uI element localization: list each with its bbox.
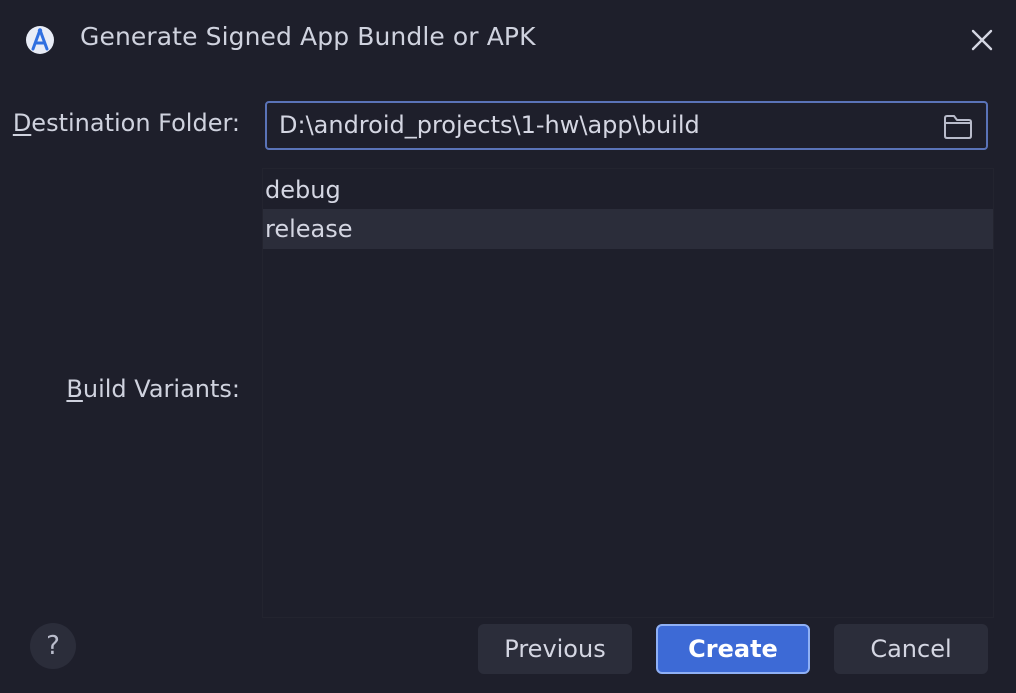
cancel-button[interactable]: Cancel [834,624,988,674]
destination-folder-field[interactable]: D:\android_projects\1-hw\app\build [265,101,988,150]
variant-item-release[interactable]: release [263,209,993,249]
create-button[interactable]: Create [656,624,810,674]
destination-folder-label: Destination Folder: [0,109,240,137]
close-icon[interactable] [966,24,998,56]
generate-signed-bundle-dialog: Generate Signed App Bundle or APK Destin… [0,0,1016,693]
destination-label-mnemonic: D [12,109,32,137]
variants-label-text: uild Variants: [82,375,240,403]
build-variants-label: Build Variants: [0,375,240,403]
title-bar: Generate Signed App Bundle or APK [0,0,1016,80]
variant-item-debug[interactable]: debug [263,170,993,210]
folder-icon[interactable] [942,111,974,141]
variants-label-mnemonic: B [66,375,83,403]
destination-label-text: estination Folder: [31,109,240,137]
previous-button[interactable]: Previous [478,624,632,674]
help-button[interactable]: ? [30,623,76,669]
destination-folder-value[interactable]: D:\android_projects\1-hw\app\build [279,111,700,139]
window-title: Generate Signed App Bundle or APK [80,22,536,51]
build-variants-list[interactable]: debug release [262,168,994,618]
android-studio-icon [24,24,56,56]
